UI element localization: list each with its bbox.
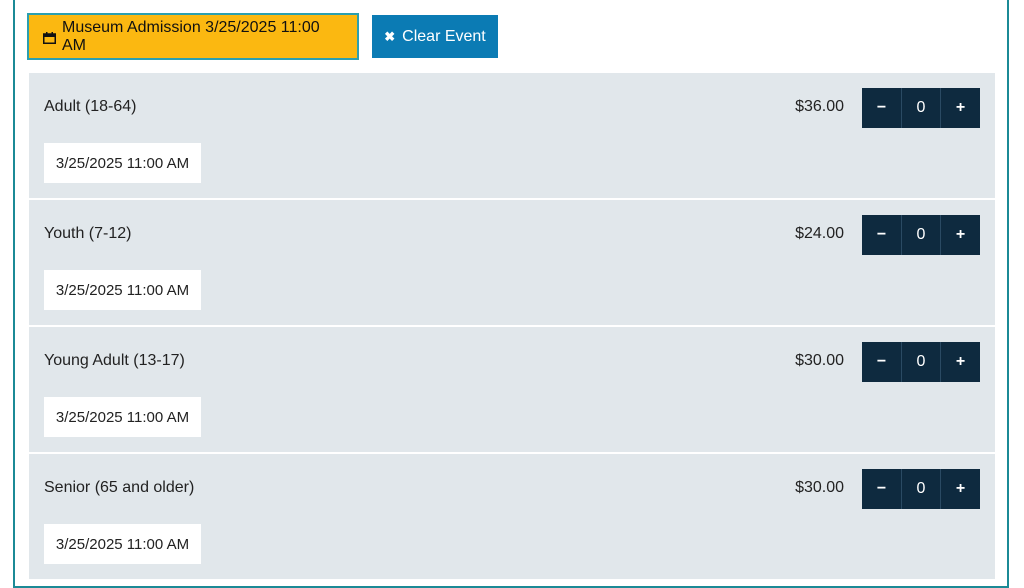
selected-event-button[interactable]: Museum Admission 3/25/2025 11:00 AM: [27, 13, 359, 60]
event-toolbar: Museum Admission 3/25/2025 11:00 AM ✖ Cl…: [27, 13, 498, 60]
ticket-row-young-adult: Young Adult (13-17) $30.00 − 0 + 3/25/20…: [29, 327, 995, 452]
clear-event-label: Clear Event: [402, 27, 486, 45]
ticket-price: $30.00: [795, 479, 844, 496]
selected-event-label: Museum Admission 3/25/2025 11:00 AM: [62, 18, 320, 54]
decrement-button[interactable]: −: [862, 215, 901, 255]
increment-button[interactable]: +: [941, 469, 980, 509]
ticket-type-label: Senior (65 and older): [44, 479, 195, 496]
quantity-value[interactable]: 0: [901, 469, 941, 509]
ticket-date: 3/25/2025 11:00 AM: [44, 397, 201, 437]
quantity-stepper: − 0 +: [862, 215, 980, 255]
decrement-button[interactable]: −: [862, 469, 901, 509]
quantity-value[interactable]: 0: [901, 342, 941, 382]
increment-button[interactable]: +: [941, 88, 980, 128]
ticket-date: 3/25/2025 11:00 AM: [44, 270, 201, 310]
quantity-stepper: − 0 +: [862, 342, 980, 382]
quantity-stepper: − 0 +: [862, 88, 980, 128]
quantity-value[interactable]: 0: [901, 215, 941, 255]
increment-button[interactable]: +: [941, 215, 980, 255]
ticket-price: $24.00: [795, 225, 844, 242]
decrement-button[interactable]: −: [862, 88, 901, 128]
ticket-date: 3/25/2025 11:00 AM: [44, 524, 201, 564]
clear-event-button[interactable]: ✖ Clear Event: [372, 15, 498, 58]
ticket-type-label: Adult (18-64): [44, 98, 137, 115]
ticket-row-senior: Senior (65 and older) $30.00 − 0 + 3/25/…: [29, 454, 995, 579]
decrement-button[interactable]: −: [862, 342, 901, 382]
ticket-type-label: Young Adult (13-17): [44, 352, 185, 369]
increment-button[interactable]: +: [941, 342, 980, 382]
ticket-list: Adult (18-64) $36.00 − 0 + 3/25/2025 11:…: [29, 73, 995, 581]
ticket-row-adult: Adult (18-64) $36.00 − 0 + 3/25/2025 11:…: [29, 73, 995, 198]
ticket-price: $36.00: [795, 98, 844, 115]
ticket-date: 3/25/2025 11:00 AM: [44, 143, 201, 183]
close-icon: ✖: [384, 29, 396, 44]
calendar-icon: [43, 31, 56, 44]
ticket-row-youth: Youth (7-12) $24.00 − 0 + 3/25/2025 11:0…: [29, 200, 995, 325]
ticket-price: $30.00: [795, 352, 844, 369]
ticket-type-label: Youth (7-12): [44, 225, 132, 242]
quantity-stepper: − 0 +: [862, 469, 980, 509]
quantity-value[interactable]: 0: [901, 88, 941, 128]
